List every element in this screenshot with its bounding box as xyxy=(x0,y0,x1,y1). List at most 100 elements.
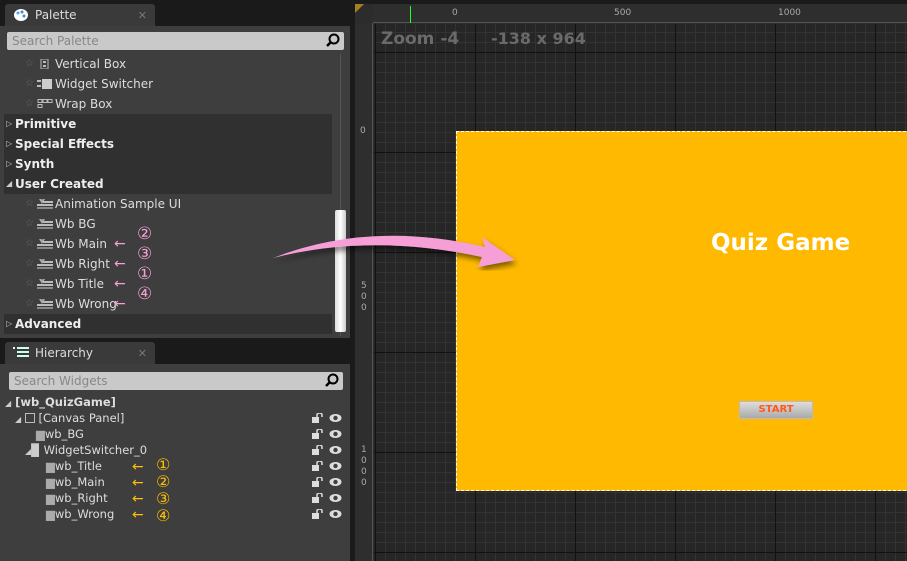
ruler-label: 500 xyxy=(361,281,367,313)
palette-item-wrap-box[interactable]: ☆ Wrap Box xyxy=(0,94,330,114)
tree-label: [wb_QuizGame] xyxy=(15,395,116,409)
annotation-number: ② xyxy=(137,224,153,244)
user-widget-icon xyxy=(37,299,53,309)
item-label: Widget Switcher xyxy=(55,77,154,91)
lock-icon[interactable] xyxy=(312,493,323,503)
search-icon[interactable] xyxy=(325,373,339,387)
category-advanced[interactable]: ▷ Advanced xyxy=(4,314,332,334)
palette-tab[interactable]: Palette ✕ xyxy=(5,4,155,26)
search-placeholder: Search Widgets xyxy=(14,374,108,388)
star-icon[interactable]: ☆ xyxy=(25,254,34,274)
annotation-arrow-icon xyxy=(273,235,515,267)
star-icon[interactable]: ☆ xyxy=(25,54,34,74)
tree-root[interactable]: ◢ [wb_QuizGame] xyxy=(5,394,116,410)
widget-switcher-icon xyxy=(37,79,52,89)
annotation-arrow: ← xyxy=(132,475,144,491)
star-icon[interactable]: ☆ xyxy=(25,294,34,314)
category-synth[interactable]: ▷ Synth xyxy=(4,154,332,174)
tree-label: wb_BG xyxy=(44,427,84,441)
annotation-number: ④ xyxy=(137,284,153,304)
palette-title: Palette xyxy=(35,8,77,22)
palette-icon xyxy=(14,9,28,21)
item-label: Animation Sample UI xyxy=(55,197,182,211)
lock-icon[interactable] xyxy=(312,413,323,423)
hierarchy-search-input[interactable]: Search Widgets xyxy=(9,372,343,390)
user-widget-icon: ▆ xyxy=(46,475,55,489)
tree-child-widget[interactable]: ▆wb_Main xyxy=(46,474,105,490)
star-icon[interactable]: ☆ xyxy=(25,94,34,114)
eye-icon[interactable] xyxy=(329,461,342,471)
tree-label: [Canvas Panel] xyxy=(38,411,125,425)
category-user-created[interactable]: ◢ User Created xyxy=(4,174,332,194)
annotation-arrow: ← xyxy=(132,507,144,523)
annotation-number: ① xyxy=(137,264,153,284)
annotation-arrow: ← xyxy=(132,491,144,507)
star-icon[interactable]: ☆ xyxy=(25,194,34,214)
collapse-arrow-icon: ◢ xyxy=(15,415,22,424)
hierarchy-tree: ◢ [wb_QuizGame] ◢ [Canvas Panel] ▆wb_BG … xyxy=(0,394,350,554)
eye-icon[interactable] xyxy=(329,445,342,455)
user-widget-icon xyxy=(37,259,53,269)
lock-icon[interactable] xyxy=(312,509,323,519)
ruler-top: 0 500 1000 xyxy=(373,4,907,23)
lock-icon[interactable] xyxy=(312,461,323,471)
item-label: Wb Title xyxy=(55,277,105,291)
user-widget-icon: ▆ xyxy=(46,507,55,521)
user-widget-icon xyxy=(37,239,53,249)
annotation-number: ④ xyxy=(156,506,171,525)
hierarchy-icon xyxy=(13,347,29,357)
tree-widget-switcher[interactable]: ◢▉ WidgetSwitcher_0 xyxy=(25,442,147,458)
hierarchy-title: Hierarchy xyxy=(35,346,94,360)
hierarchy-tab[interactable]: Hierarchy ✕ xyxy=(5,342,155,364)
tree-child-widget[interactable]: ▆wb_Title xyxy=(46,458,102,474)
star-icon[interactable]: ☆ xyxy=(25,214,34,234)
start-label: START xyxy=(758,404,794,415)
expand-arrow-icon: ▷ xyxy=(6,139,13,148)
close-icon[interactable]: ✕ xyxy=(138,9,147,22)
quiz-title-text[interactable]: Quiz Game xyxy=(711,230,850,256)
eye-icon[interactable] xyxy=(329,413,342,423)
user-widget-icon: ▆ xyxy=(46,491,55,505)
lock-icon[interactable] xyxy=(312,445,323,455)
user-widget-icon: ▆ xyxy=(46,459,55,473)
zoom-level: Zoom -4 xyxy=(381,29,460,49)
user-widget-icon xyxy=(37,199,53,209)
category-special-effects[interactable]: ▷ Special Effects xyxy=(4,134,332,154)
item-label: Wb BG xyxy=(55,217,96,231)
palette-item-user-widget[interactable]: ☆ Wb Wrong ← ④ xyxy=(0,284,330,314)
tree-canvas-panel[interactable]: ◢ [Canvas Panel] xyxy=(15,410,350,426)
category-label: Advanced xyxy=(15,317,82,331)
lock-icon[interactable] xyxy=(312,429,323,439)
palette-item-vertical-box[interactable]: ☆ Vertical Box xyxy=(0,54,330,74)
expand-arrow-icon: ▷ xyxy=(6,319,13,328)
canvas-panel-icon xyxy=(24,413,35,423)
tree-label: WidgetSwitcher_0 xyxy=(43,443,148,457)
tree-child-widget[interactable]: ▆wb_Wrong xyxy=(46,506,114,522)
widget-switcher-icon: ▉ xyxy=(31,443,41,457)
close-icon[interactable]: ✕ xyxy=(138,347,147,360)
tree-child-widget[interactable]: ▆wb_Right xyxy=(46,490,108,506)
tree-wb-bg[interactable]: ▆wb_BG xyxy=(36,426,84,442)
star-icon[interactable]: ☆ xyxy=(25,274,34,294)
palette-item-user-widget[interactable]: ☆ Animation Sample UI xyxy=(0,194,330,214)
palette-item-widget-switcher[interactable]: ☆ Widget Switcher xyxy=(0,74,330,94)
star-icon[interactable]: ☆ xyxy=(25,74,34,94)
eye-icon[interactable] xyxy=(329,509,342,519)
category-label: Primitive xyxy=(15,117,77,131)
eye-icon[interactable] xyxy=(329,493,342,503)
item-label: Vertical Box xyxy=(55,57,127,71)
tree-label: wb_Wrong xyxy=(54,507,115,521)
star-icon[interactable]: ☆ xyxy=(25,234,34,254)
category-primitive[interactable]: ▷ Primitive xyxy=(4,114,332,134)
tree-label: wb_Title xyxy=(54,459,102,473)
item-label: Wb Main xyxy=(55,237,107,251)
start-button[interactable]: START xyxy=(739,401,813,419)
widget-canvas[interactable]: Quiz Game START xyxy=(456,131,907,491)
ruler-label: 1000 xyxy=(361,445,367,488)
eye-icon[interactable] xyxy=(329,477,342,487)
ruler-label: 500 xyxy=(614,8,632,18)
lock-icon[interactable] xyxy=(312,477,323,487)
ruler-left: 0 500 1000 xyxy=(355,23,373,561)
eye-icon[interactable] xyxy=(329,429,342,439)
ruler-label: 0 xyxy=(360,126,366,136)
